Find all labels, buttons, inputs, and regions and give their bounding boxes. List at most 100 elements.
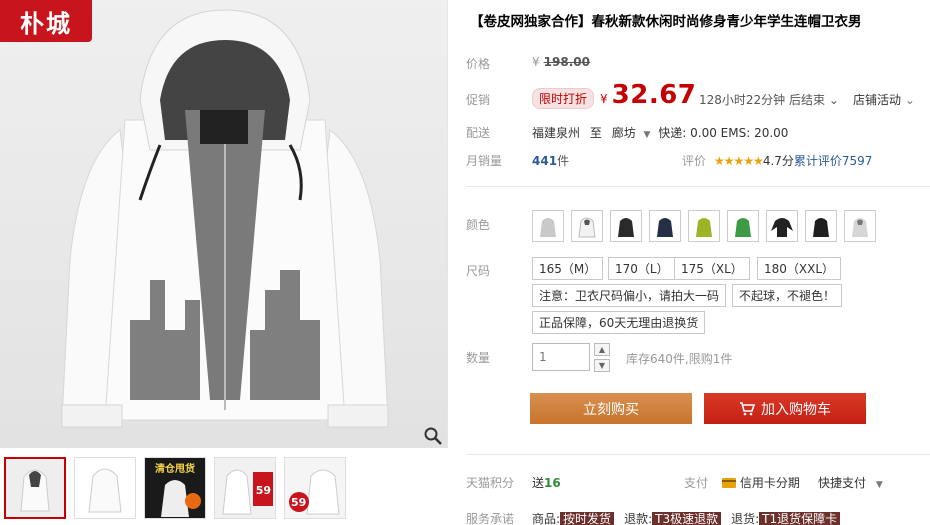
shop-activity-label: 店铺活动 — [853, 93, 902, 107]
thumbnail-label: 清仓甩货 — [155, 464, 195, 475]
monthly-sales-value: 441 — [532, 154, 558, 168]
price-label: 价格 — [466, 57, 491, 71]
product-details: 【卷皮网独家合作】春秋新款休闲时尚修身青少年学生连帽卫衣男 价格 ¥198.00… — [466, 0, 930, 525]
thumbnail-4[interactable]: 59 — [214, 457, 276, 519]
thumbnail-2[interactable] — [74, 457, 136, 519]
color-swatches — [532, 210, 876, 242]
color-swatch-gray[interactable] — [844, 210, 876, 242]
ship-to-word: 至 — [589, 126, 602, 140]
color-swatch-light-gray[interactable] — [532, 210, 564, 242]
color-label: 颜色 — [466, 218, 491, 232]
original-price-value: 198.00 — [543, 55, 590, 69]
promo-label: 促销 — [466, 93, 491, 107]
size-option-175[interactable]: 175（XL） — [674, 257, 750, 280]
thumbnail-image — [6, 459, 64, 517]
sale-price: ¥32.67 — [600, 80, 696, 110]
original-price: ¥198.00 — [532, 55, 590, 69]
color-swatch-black-2[interactable] — [805, 210, 837, 242]
thumbnail-1[interactable] — [4, 457, 66, 519]
size-option-170[interactable]: 170（L） — [608, 257, 676, 280]
hoodie-illustration — [61, 9, 389, 428]
add-to-cart-button[interactable]: 加入购物车 — [704, 393, 866, 424]
points: 送16 — [532, 474, 561, 491]
service-promises: 商品: 按时发货 退款: T3极速退款 退货: T1退货保障卡 — [532, 510, 841, 525]
service-promise-label: 服务承诺 — [466, 512, 515, 525]
rating-score: 4.7分 — [762, 154, 794, 168]
monthly-sales: 441件 — [532, 152, 569, 169]
quick-pay[interactable]: 快捷支付 ▼ — [818, 474, 883, 491]
thumbnail-image — [285, 458, 345, 518]
add-to-cart-label: 加入购物车 — [761, 401, 831, 418]
monthly-sales-label: 月销量 — [466, 154, 503, 168]
buy-now-button[interactable]: 立刻购买 — [530, 393, 692, 424]
thumbnail-image — [161, 480, 201, 517]
sale-price-value: 32.67 — [611, 80, 697, 110]
promise-return-tag: T1退货保障卡 — [759, 512, 841, 525]
thumbnail-price: 59 — [291, 496, 307, 509]
caret-down-icon: ▼ — [875, 480, 883, 490]
caret-down-icon[interactable]: ▼ — [644, 130, 651, 140]
size-note[interactable]: 注意：卫衣尺码偏小，请拍大一码 — [532, 284, 727, 307]
promise-return-prefix: 退货: — [731, 512, 760, 525]
brand-badge: 朴城 — [0, 0, 92, 42]
shipping-info: 福建泉州 至 廊坊 ▼ 快递: 0.00 EMS: 20.00 — [532, 124, 788, 141]
divider — [466, 186, 930, 187]
color-swatch-lime[interactable] — [688, 210, 720, 242]
thumbnail-image — [75, 458, 135, 518]
rating-count-link[interactable]: 累计评价7597 — [794, 154, 873, 168]
thumbnail-5[interactable]: 59 — [284, 457, 346, 519]
color-swatch-navy[interactable] — [649, 210, 681, 242]
ship-fees: 快递: 0.00 EMS: 20.00 — [658, 126, 789, 140]
guarantee-note[interactable]: 正品保障，60天无理由退换货 — [532, 311, 706, 334]
color-swatch-green[interactable] — [727, 210, 759, 242]
promise-refund-tag: T3极速退款 — [652, 512, 722, 525]
promise-goods[interactable]: 商品: 按时发货 — [532, 510, 615, 525]
thumbnail-strip: 清仓甩货 59 59 — [0, 457, 346, 519]
qty-label: 数量 — [466, 351, 491, 365]
thumbnail-3[interactable]: 清仓甩货 — [144, 457, 206, 519]
promise-refund[interactable]: 退款: T3极速退款 — [624, 510, 722, 525]
size-label: 尺码 — [466, 264, 491, 278]
currency-symbol: ¥ — [600, 92, 608, 106]
qty-decrement-button[interactable]: ▼ — [594, 359, 610, 372]
currency-symbol: ¥ — [532, 55, 540, 69]
countdown[interactable]: 128小时22分钟 后结束 ⌄ — [699, 91, 839, 108]
credit-card-icon — [722, 478, 736, 488]
pay-label: 支付 — [684, 476, 709, 490]
color-swatch-white[interactable] — [571, 210, 603, 242]
zoom-icon[interactable] — [423, 426, 443, 446]
promise-goods-prefix: 商品: — [532, 512, 561, 525]
promise-return[interactable]: 退货: T1退货保障卡 — [731, 510, 841, 525]
rating[interactable]: 评价 ★★★★★4.7分累计评价7597 — [682, 152, 872, 169]
product-gallery: 朴城 清仓甩货 59 59 — [0, 0, 450, 525]
chevron-down-icon: ⌄ — [828, 93, 839, 107]
quality-note[interactable]: 不起球，不褪色！ — [732, 284, 843, 307]
ship-to-selector[interactable]: 廊坊 — [612, 126, 636, 140]
quantity-input[interactable] — [532, 343, 590, 371]
shop-activity-dropdown[interactable]: 店铺活动 ⌄ — [853, 91, 915, 108]
color-swatch-black-hooded[interactable] — [766, 210, 798, 242]
quick-pay-label: 快捷支付 — [818, 476, 867, 490]
main-product-image[interactable]: 朴城 — [0, 0, 448, 448]
credit-installment-label: 信用卡分期 — [739, 476, 800, 490]
rating-label: 评价 — [682, 154, 707, 168]
points-text: 送 — [532, 476, 545, 490]
thumbnail-price: 59 — [255, 484, 271, 497]
countdown-text: 128小时22分钟 后结束 — [699, 93, 825, 107]
ship-from: 福建泉州 — [532, 126, 581, 140]
qty-increment-button[interactable]: ▲ — [594, 343, 610, 356]
color-swatch-black[interactable] — [610, 210, 642, 242]
star-icons: ★★★★★ — [714, 154, 764, 168]
promise-goods-tag: 按时发货 — [560, 512, 615, 525]
points-value: 16 — [544, 476, 561, 490]
credit-installment[interactable]: 信用卡分期 — [722, 474, 800, 491]
chevron-down-icon: ⌄ — [904, 93, 915, 107]
promo-badge: 限时打折 — [532, 88, 595, 109]
monthly-sales-unit: 件 — [557, 154, 570, 168]
points-label: 天猫积分 — [466, 476, 515, 490]
size-option-165[interactable]: 165（M） — [532, 257, 604, 280]
size-option-180[interactable]: 180（XXL） — [757, 257, 842, 280]
cart-icon — [740, 401, 755, 415]
divider — [466, 454, 930, 455]
stock-info: 库存640件,限购1件 — [626, 352, 733, 366]
